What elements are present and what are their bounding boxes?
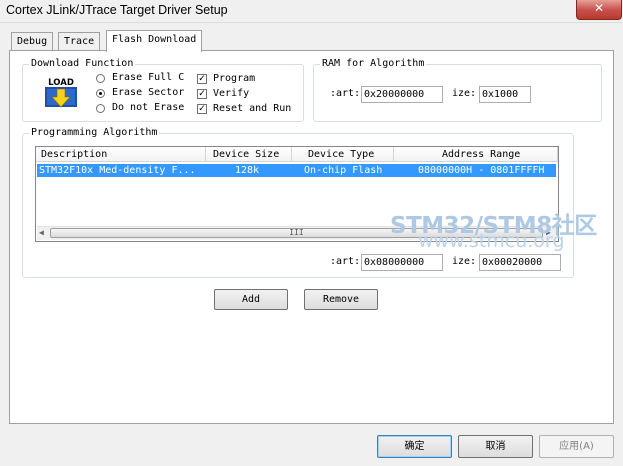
row-device-type: On-chip Flash [304, 165, 383, 176]
erase-sector-label: Erase Sector [112, 87, 185, 98]
window-title: Cortex JLink/JTrace Target Driver Setup [6, 3, 228, 17]
ram-start-label: :art: [330, 88, 361, 99]
ram-size-input[interactable]: 0x1000 [479, 86, 531, 103]
close-icon: ✕ [593, 1, 605, 15]
watermark-url: www.stmcu.org [418, 230, 565, 252]
column-device-size[interactable]: Device Size [206, 147, 292, 162]
algo-size-input[interactable]: 0x00020000 [479, 254, 561, 271]
row-address-range: 08000000H - 0801FFFFH [418, 165, 545, 176]
title-bar: Cortex JLink/JTrace Target Driver Setup … [0, 0, 623, 23]
do-not-erase-label: Do not Erase [112, 102, 185, 113]
remove-button[interactable]: Remove [304, 289, 378, 310]
tab-trace-label: Trace [64, 36, 95, 47]
ram-start-input[interactable]: 0x20000000 [361, 86, 443, 103]
verify-checkbox[interactable]: ✓ [197, 89, 207, 99]
download-function-legend: Download Function [29, 58, 136, 69]
programming-algorithm-legend: Programming Algorithm [29, 127, 160, 138]
erase-full-chip-radio[interactable] [96, 74, 105, 83]
table-row[interactable]: STM32F10x Med-density F... 128k On-chip … [37, 164, 556, 177]
cancel-button[interactable]: 取消 [458, 435, 533, 458]
close-button[interactable]: ✕ [576, 0, 622, 20]
erase-full-chip-label: Erase Full C [112, 72, 185, 83]
tab-debug-label: Debug [17, 36, 48, 47]
erase-sector-radio[interactable] [96, 89, 105, 98]
ram-legend: RAM for Algorithm [320, 58, 427, 69]
column-address-range[interactable]: Address Range [394, 147, 558, 162]
reset-and-run-checkbox[interactable]: ✓ [197, 104, 207, 114]
scroll-grip: III [289, 228, 304, 237]
verify-label: Verify [213, 88, 250, 99]
ok-button[interactable]: 确定 [377, 435, 452, 458]
tab-debug[interactable]: Debug [11, 32, 54, 51]
program-label: Program [213, 73, 256, 84]
reset-and-run-label: Reset and Run [213, 103, 292, 114]
scroll-left-icon[interactable]: ◀ [39, 227, 44, 239]
ram-size-label: ize: [452, 88, 477, 99]
do-not-erase-radio[interactable] [96, 104, 105, 113]
algo-start-label: :art: [330, 256, 361, 267]
row-description: STM32F10x Med-density F... [39, 165, 196, 176]
tab-trace[interactable]: Trace [58, 32, 101, 51]
program-checkbox[interactable]: ✓ [197, 74, 207, 84]
svg-text:LOAD: LOAD [48, 78, 74, 88]
column-description[interactable]: Description [36, 147, 206, 162]
algo-size-label: ize: [452, 256, 477, 267]
load-icon: LOAD [44, 76, 78, 110]
row-device-size: 128k [235, 165, 260, 176]
tab-flash-download[interactable]: Flash Download [106, 30, 203, 52]
tab-flash-download-label: Flash Download [112, 34, 197, 45]
add-button[interactable]: Add [214, 289, 288, 310]
algo-start-input[interactable]: 0x08000000 [361, 254, 443, 271]
column-device-type[interactable]: Device Type [292, 147, 394, 162]
apply-button[interactable]: 应用(A) [539, 435, 614, 458]
